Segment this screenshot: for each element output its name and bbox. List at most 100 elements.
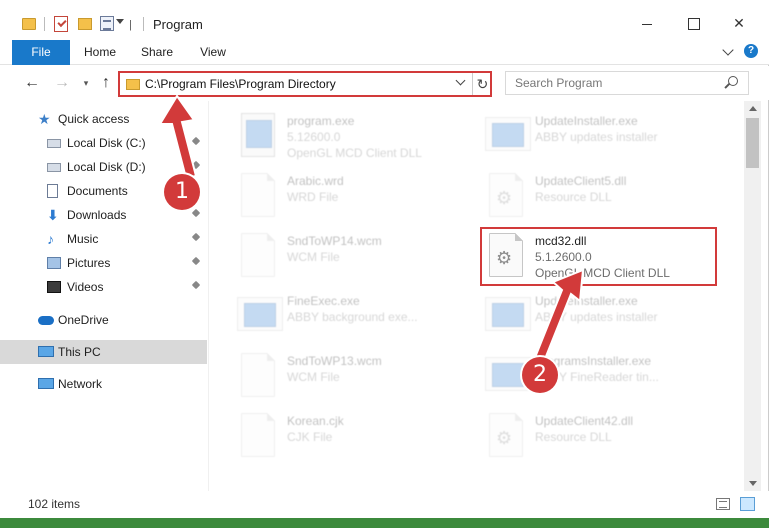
disk-icon xyxy=(47,163,61,172)
close-button[interactable]: ✕ xyxy=(716,8,762,38)
sidebar-item-label: Local Disk (C:) xyxy=(67,136,146,150)
file-type: Resource DLL xyxy=(535,430,612,444)
file-item[interactable]: UpdateInstaller.exe ABBY updates install… xyxy=(463,105,703,165)
sidebar-item-label: Quick access xyxy=(58,112,130,126)
pin-icon[interactable] xyxy=(191,256,201,266)
installer-icon xyxy=(485,117,531,151)
file-item[interactable]: FineExec.exe ABBY background exe... xyxy=(215,285,455,345)
annotation-badge-2: 2 xyxy=(522,357,558,393)
customize-toolbar-icon[interactable] xyxy=(100,16,114,31)
tab-home[interactable]: Home xyxy=(72,40,128,65)
sidebar-item-label: Videos xyxy=(67,280,104,294)
back-button[interactable]: ← xyxy=(22,73,42,93)
forward-button[interactable]: → xyxy=(52,73,72,93)
file-item[interactable]: SndToWP14.wcm WCM File xyxy=(215,225,455,285)
scroll-up-icon[interactable] xyxy=(749,106,757,111)
up-button[interactable]: ↑ xyxy=(96,73,116,93)
details-view-icon[interactable] xyxy=(716,498,730,510)
network-icon xyxy=(38,378,54,389)
sidebar-item-label: OneDrive xyxy=(58,313,109,327)
file-name: UpdateInstaller.exe xyxy=(535,294,638,308)
sidebar-item-network[interactable]: Network xyxy=(0,372,207,396)
properties-check-icon[interactable] xyxy=(54,16,68,32)
sidebar-item-label: Music xyxy=(67,232,99,246)
help-icon[interactable]: ? xyxy=(744,44,758,58)
file-item[interactable]: UpdateClient5.dll Resource DLL xyxy=(463,165,703,225)
file-type: Resource DLL xyxy=(535,190,612,204)
sidebar-item-onedrive[interactable]: OneDrive xyxy=(0,308,207,332)
expand-ribbon-icon[interactable] xyxy=(722,44,734,56)
file-name: UpdateClient42.dll xyxy=(535,414,634,428)
search-icon[interactable] xyxy=(728,76,738,86)
maximize-button[interactable] xyxy=(670,8,716,38)
pin-icon[interactable] xyxy=(191,136,201,146)
file-type: WCM File xyxy=(287,250,340,264)
item-count: 102 items xyxy=(28,497,81,511)
file-item[interactable]: UpdateInstaller.exe ABBY updates install… xyxy=(463,285,703,345)
recent-locations-button[interactable]: ▾ xyxy=(76,73,96,93)
minimize-button[interactable] xyxy=(624,8,670,38)
music-icon: ♪ xyxy=(47,231,54,247)
file-name: UpdateInstaller.exe xyxy=(535,114,638,128)
pin-icon[interactable] xyxy=(191,208,201,218)
file-item[interactable]: SndToWP13.wcm WCM File xyxy=(215,345,455,405)
file-name: Korean.cjk xyxy=(287,414,344,428)
pin-icon[interactable] xyxy=(191,280,201,290)
file-name: SndToWP14.wcm xyxy=(287,234,382,248)
search-placeholder: Search Program xyxy=(515,76,603,90)
folder-icon xyxy=(126,79,140,90)
chevron-down-icon[interactable] xyxy=(116,19,124,24)
sidebar-item-label: Pictures xyxy=(67,256,111,270)
file-item[interactable]: Arabic.wrd WRD File xyxy=(215,165,455,225)
onedrive-icon xyxy=(38,316,54,325)
file-item[interactable]: Korean.cjk CJK File xyxy=(215,405,455,465)
pictures-icon xyxy=(47,257,61,269)
refresh-button[interactable]: ↻ xyxy=(472,73,492,95)
documents-icon xyxy=(47,184,58,198)
disk-icon xyxy=(47,139,61,148)
exe-icon xyxy=(241,113,275,157)
blank-file-icon xyxy=(241,353,275,397)
large-icons-view-icon[interactable] xyxy=(740,497,755,511)
new-folder-icon[interactable] xyxy=(78,18,92,30)
vertical-scrollbar[interactable] xyxy=(744,101,761,491)
window-title: Program xyxy=(153,17,203,32)
pin-icon[interactable] xyxy=(191,232,201,242)
scroll-down-icon[interactable] xyxy=(749,481,757,486)
sidebar-item-local-disk-c[interactable]: Local Disk (C:) xyxy=(0,131,207,155)
file-name: program.exe xyxy=(287,114,355,128)
sidebar-item-quick-access[interactable]: ★ Quick access xyxy=(0,107,207,131)
chevron-down-icon[interactable] xyxy=(455,75,466,86)
sidebar-item-label: Documents xyxy=(67,184,128,198)
sidebar-item-this-pc[interactable]: This PC xyxy=(0,340,207,364)
file-name: FineExec.exe xyxy=(287,294,360,308)
tab-file[interactable]: File xyxy=(12,40,70,65)
sidebar-item-music[interactable]: ♪ Music xyxy=(0,227,207,251)
status-bar: 102 items xyxy=(0,491,769,518)
highlight-box-file xyxy=(480,227,717,286)
file-name: SndToWP13.wcm xyxy=(287,354,382,368)
sidebar-item-pictures[interactable]: Pictures xyxy=(0,251,207,275)
sidebar-item-label: Network xyxy=(58,377,103,391)
file-version: 5.12600.0 xyxy=(287,130,341,144)
file-item[interactable]: ProgramsInstaller.exe ABBY FineReader ti… xyxy=(463,345,703,405)
installer-icon xyxy=(485,297,531,331)
title-bar: | Program ✕ xyxy=(0,0,769,44)
address-path[interactable]: C:\Program Files\Program Directory xyxy=(145,77,336,91)
pin-icon[interactable] xyxy=(191,160,201,170)
file-item[interactable]: UpdateClient42.dll Resource DLL xyxy=(463,405,703,465)
file-type: WCM File xyxy=(287,370,340,384)
file-name: UpdateClient5.dll xyxy=(535,174,627,188)
sidebar-item-label: This PC xyxy=(58,345,101,359)
sidebar-item-label: Downloads xyxy=(67,208,127,222)
folder-icon xyxy=(22,18,36,30)
search-input[interactable]: Search Program xyxy=(505,71,749,95)
sidebar-item-videos[interactable]: Videos xyxy=(0,275,207,299)
tab-share[interactable]: Share xyxy=(130,40,184,65)
tab-view[interactable]: View xyxy=(186,40,240,65)
annotation-badge-1: 1 xyxy=(164,174,200,210)
file-item[interactable]: program.exe 5.12600.0 OpenGL MCD Client … xyxy=(215,105,455,165)
scrollbar-thumb[interactable] xyxy=(746,118,759,168)
address-bar[interactable]: C:\Program Files\Program Directory ↻ xyxy=(118,71,492,97)
file-description: OpenGL MCD Client DLL xyxy=(287,146,422,160)
